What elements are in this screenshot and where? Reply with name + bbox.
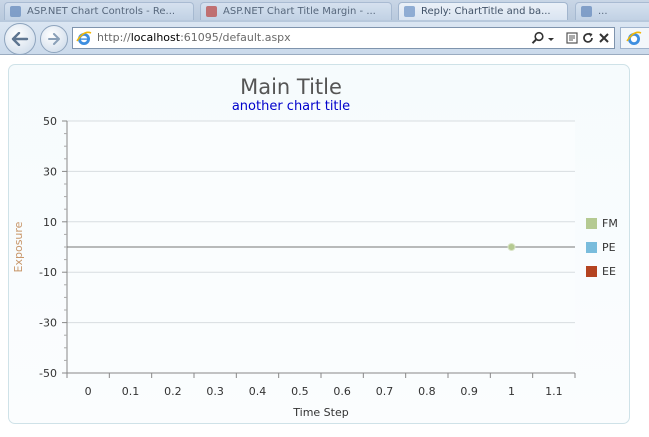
x-tick-label: 0.4	[249, 385, 267, 398]
legend-swatch-pe	[586, 242, 597, 253]
y-tick-label: 10	[43, 216, 57, 229]
x-axis-label: Time Step	[292, 406, 348, 419]
legend-label: EE	[602, 265, 616, 278]
x-tick-label: 0.7	[376, 385, 394, 398]
x-tick-label: 1	[508, 385, 515, 398]
y-axis-ticks: 50 30 10 -10 -30 -50	[39, 115, 67, 380]
x-tick-label: 0	[85, 385, 92, 398]
legend-swatch-fm	[586, 218, 597, 229]
x-tick-label: 1.1	[545, 385, 563, 398]
x-tick-label: 0.8	[418, 385, 436, 398]
legend-swatch-ee	[586, 266, 597, 277]
data-points	[507, 243, 516, 251]
x-axis-ticks: 0 0.1 0.2 0.3 0.4 0.5 0.6 0.7 0.8 0.9 1 1.1	[66, 373, 576, 398]
chart: Main Title another chart title 503010-10…	[12, 75, 618, 419]
legend-label: PE	[602, 241, 616, 254]
legend-label: FM	[602, 217, 618, 230]
x-tick-label: 0.9	[460, 385, 478, 398]
y-tick-label: -10	[39, 266, 57, 279]
x-tick-label: 0.3	[206, 385, 224, 398]
y-tick-label: 50	[43, 115, 57, 128]
y-tick-label: 30	[43, 165, 57, 178]
chart-subtitle: another chart title	[232, 99, 350, 114]
x-tick-label: 0.6	[333, 385, 351, 398]
x-tick-label: 0.5	[291, 385, 309, 398]
x-tick-label: 0.1	[122, 385, 140, 398]
chart-title: Main Title	[240, 75, 342, 99]
data-point-fm	[507, 243, 516, 251]
legend: FM PE EE	[586, 217, 618, 278]
y-tick-label: -50	[39, 367, 57, 380]
y-tick-label: -30	[39, 317, 57, 330]
x-tick-label: 0.2	[164, 385, 182, 398]
y-axis-label: Exposure	[12, 221, 25, 272]
